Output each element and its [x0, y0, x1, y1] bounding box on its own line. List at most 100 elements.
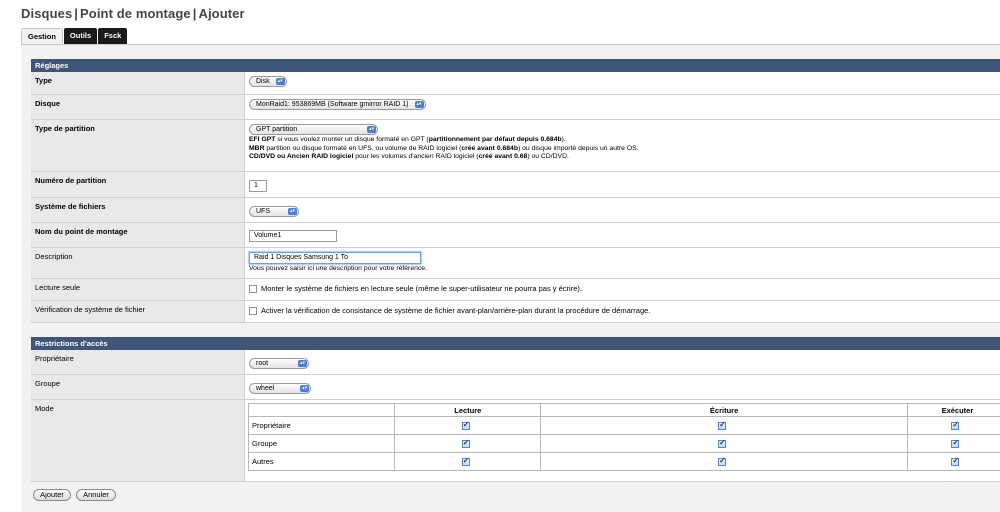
disque-label: Disque [31, 95, 245, 119]
tab-bar: Gestion Outils Fsck [21, 28, 128, 44]
table-row: Groupe [247, 434, 1000, 453]
readonly-label: Lecture seule [31, 279, 245, 300]
partition-number-input[interactable]: 1 [249, 180, 267, 192]
tab-fsck[interactable]: Fsck [98, 28, 128, 44]
readonly-text: Monter le système de fichiers en lecture… [261, 284, 582, 293]
group-read-checkbox[interactable] [461, 438, 470, 448]
fsck-text: Activer la vérification de consistance d… [261, 306, 651, 315]
readonly-value-cell: Monter le système de fichiers en lecture… [245, 279, 1000, 300]
permissions-cell [906, 452, 1000, 471]
help-line-cddvd: CD/DVD ou Ancien RAID logiciel pour les … [249, 153, 569, 160]
group-select-value: wheel [256, 385, 275, 392]
breadcrumb-disques[interactable]: Disques [21, 6, 72, 21]
others-write-checkbox[interactable] [718, 456, 727, 466]
partition-type-select-value: GPT partition [256, 126, 298, 133]
description-help: Vous pouvez saisir ici une description p… [249, 265, 427, 272]
filesystem-row: Système de fichiers UFS ▴▾ [31, 198, 1000, 223]
owner-write-checkbox[interactable] [718, 420, 727, 430]
fsck-label: Vérification de système de fichier [31, 301, 245, 322]
owner-row: Propriétaire root ▴▾ [31, 350, 1000, 375]
filesystem-value-cell: UFS ▴▾ [245, 198, 1000, 222]
cancel-button[interactable]: Annuler [76, 489, 116, 501]
select-arrows-icon: ▴▾ [414, 101, 424, 108]
page-title: Disques | Point de montage | Ajouter [21, 6, 245, 21]
partition-type-select[interactable]: GPT partition ▴▾ [249, 124, 379, 135]
owner-select[interactable]: root ▴▾ [249, 358, 310, 369]
partition-number-value-cell: 1 [245, 172, 1000, 197]
owner-read-checkbox[interactable] [461, 420, 470, 430]
permissions-header-exec: Exécuter [906, 403, 1000, 417]
disque-value-cell: MonRaid1: 953869MB (Software gmirror RAI… [245, 95, 1000, 119]
permissions-cell [540, 452, 908, 471]
partition-type-label: Type de partition [31, 120, 245, 171]
others-exec-checkbox[interactable] [951, 456, 960, 466]
group-exec-checkbox[interactable] [951, 438, 960, 448]
permissions-cell [540, 416, 908, 435]
mount-name-row: Nom du point de montage Volume1 [31, 223, 1000, 248]
permissions-cell [394, 416, 542, 435]
add-button[interactable]: Ajouter [33, 489, 71, 501]
group-row: Groupe wheel ▴▾ [31, 375, 1000, 400]
group-select[interactable]: wheel ▴▾ [249, 383, 312, 394]
table-row: Autres [247, 452, 1000, 471]
type-select-value: Disk [256, 78, 270, 85]
permissions-header-read: Lecture [394, 403, 542, 417]
settings-section-header: Réglages [31, 59, 1000, 72]
content-panel: Réglages Type Disk ▴▾ Disque MonRaid1: 95… [21, 44, 1000, 512]
type-value-cell: Disk ▴▾ [245, 72, 1000, 94]
type-select[interactable]: Disk ▴▾ [249, 76, 287, 87]
disque-select-value: MonRaid1: 953869MB (Software gmirror RAI… [256, 101, 409, 108]
filesystem-label: Système de fichiers [31, 198, 245, 222]
disque-select[interactable]: MonRaid1: 953869MB (Software gmirror RAI… [249, 99, 426, 110]
select-arrows-icon: ▴▾ [298, 360, 308, 367]
permissions-cell [394, 434, 542, 453]
permissions-header-write: Écriture [540, 403, 908, 417]
disque-row: Disque MonRaid1: 953869MB (Software gmir… [31, 95, 1000, 120]
breadcrumb-separator: | [74, 6, 79, 21]
permissions-table: Lecture Écriture Exécuter Propriétaire G… [247, 403, 1000, 471]
mount-name-label: Nom du point de montage [31, 223, 245, 247]
filesystem-select[interactable]: UFS ▴▾ [249, 206, 299, 217]
fsck-row: Vérification de système de fichier Activ… [31, 301, 1000, 323]
group-write-checkbox[interactable] [718, 438, 727, 448]
description-value-cell: Raid 1 Disques Samsung 1 To Vous pouvez … [245, 248, 1000, 278]
permissions-row-label: Autres [247, 452, 396, 471]
permissions-row-label: Propriétaire [247, 416, 396, 435]
readonly-checkbox[interactable] [249, 285, 257, 294]
breadcrumb-separator: | [192, 6, 197, 21]
partition-number-row: Numéro de partition 1 [31, 172, 1000, 198]
breadcrumb-mount-point[interactable]: Point de montage [80, 6, 191, 21]
group-value-cell: wheel ▴▾ [245, 375, 1000, 399]
select-arrows-icon: ▴▾ [288, 208, 297, 215]
access-section-header: Restrictions d'accès [31, 337, 1000, 350]
partition-type-help: EFI GPT si vous voulez monter un disque … [249, 136, 1000, 162]
filesystem-select-value: UFS [256, 208, 270, 215]
partition-type-row: Type de partition GPT partition ▴▾ EFI GP… [31, 120, 1000, 172]
readonly-row: Lecture seule Monter le système de fichi… [31, 279, 1000, 301]
owner-exec-checkbox[interactable] [951, 420, 960, 430]
mount-name-value-cell: Volume1 [245, 223, 1000, 247]
group-label: Groupe [31, 375, 245, 399]
owner-value-cell: root ▴▾ [245, 350, 1000, 374]
mount-name-input[interactable]: Volume1 [249, 230, 337, 242]
mode-row: Mode Lecture Écriture Exécuter Propriéta… [31, 400, 1000, 482]
description-row: Description Raid 1 Disques Samsung 1 To … [31, 248, 1000, 279]
select-arrows-icon: ▴▾ [300, 385, 310, 392]
permissions-row-label: Groupe [247, 434, 396, 453]
permissions-cell [394, 452, 542, 471]
partition-type-value-cell: GPT partition ▴▾ EFI GPT si vous voulez m… [245, 120, 1000, 171]
description-input[interactable]: Raid 1 Disques Samsung 1 To [249, 252, 421, 264]
help-line-gpt: EFI GPT si vous voulez monter un disque … [249, 136, 566, 143]
tab-outils[interactable]: Outils [63, 28, 98, 44]
owner-label: Propriétaire [31, 350, 245, 374]
others-read-checkbox[interactable] [461, 456, 470, 466]
owner-select-value: root [256, 360, 269, 367]
fsck-checkbox[interactable] [249, 307, 257, 316]
permissions-header-row: Lecture Écriture Exécuter [247, 403, 1000, 417]
description-label: Description [31, 248, 245, 278]
type-label: Type [31, 72, 245, 94]
help-line-mbr: MBR partition ou disque formaté en UFS, … [249, 144, 639, 152]
select-arrows-icon: ▴▾ [275, 78, 285, 85]
tab-gestion[interactable]: Gestion [21, 28, 63, 44]
partition-number-label: Numéro de partition [31, 172, 245, 197]
